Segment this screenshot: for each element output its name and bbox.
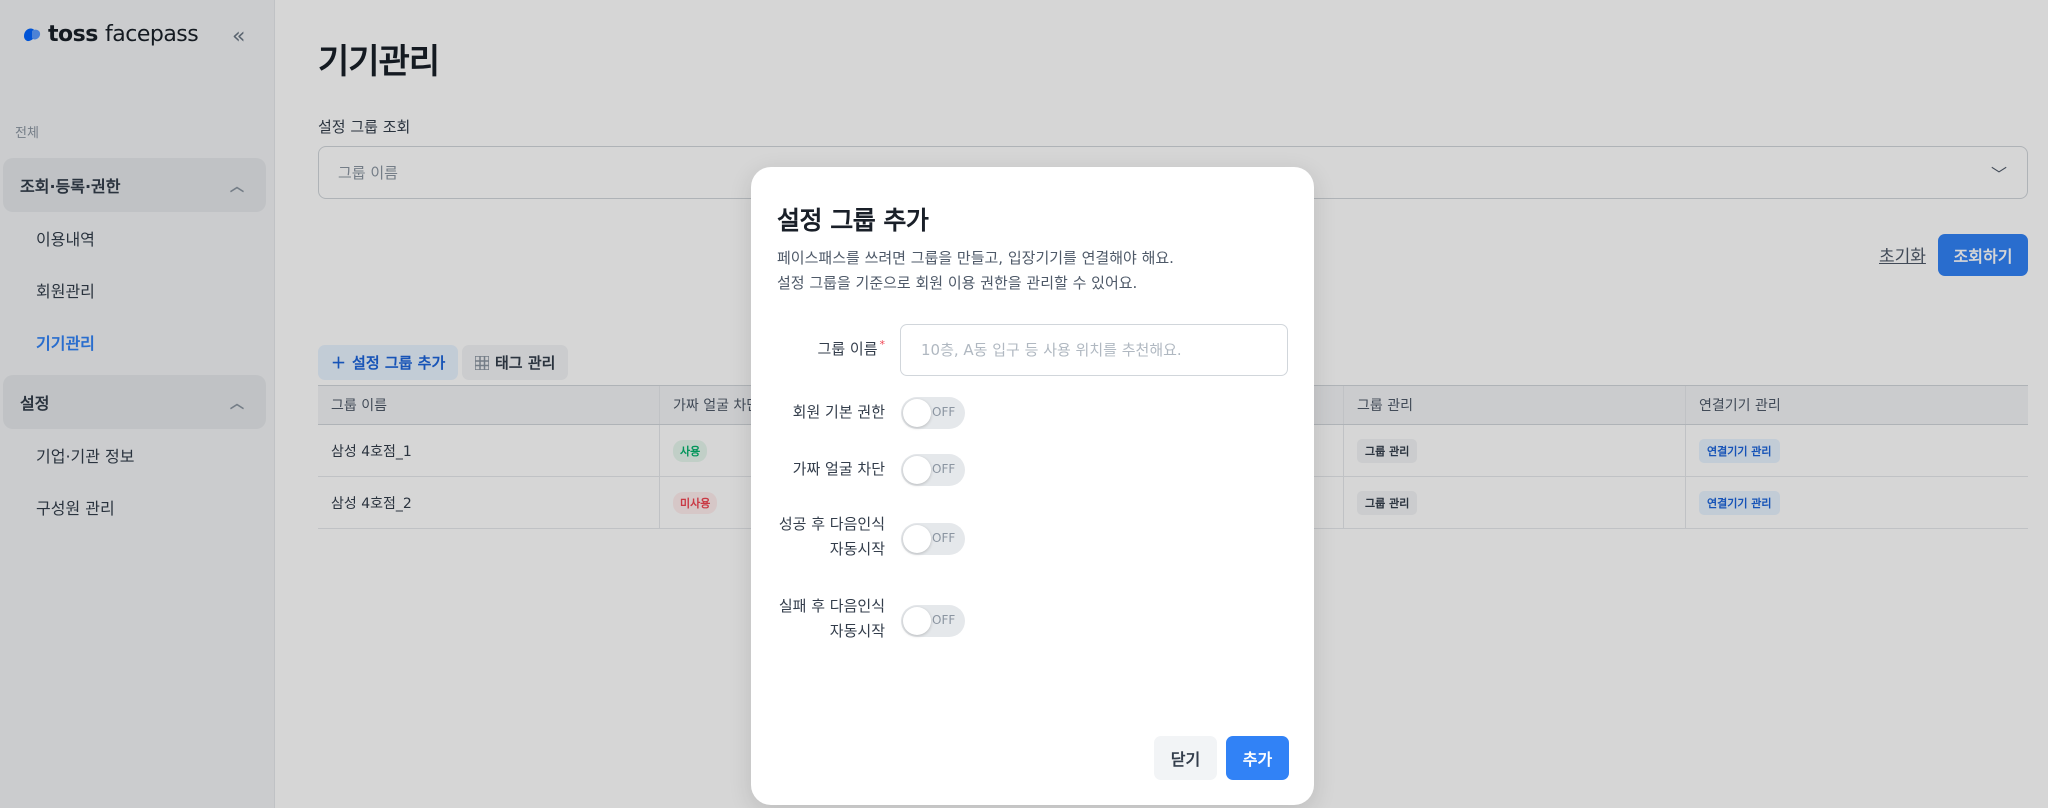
group-name-label: 그룹 이름 * bbox=[818, 337, 885, 363]
toggle-label-line1: 성공 후 다음인식 bbox=[778, 515, 885, 533]
fail-autostart-toggle[interactable]: OFF bbox=[901, 605, 965, 637]
success-autostart-toggle[interactable]: OFF bbox=[901, 523, 965, 555]
close-button[interactable]: 닫기 bbox=[1154, 736, 1217, 780]
toggle-label-fake-face-block: 가짜 얼굴 차단 bbox=[792, 460, 885, 478]
modal-description-line1: 페이스패스를 쓰려면 그룹을 만들고, 입장기기를 연결해야 해요. bbox=[777, 249, 1174, 267]
toggle-label-default-permission: 회원 기본 권한 bbox=[792, 403, 885, 421]
toggle-label-fail-autostart: 실패 후 다음인식 자동시작 bbox=[779, 594, 885, 644]
toggle-state: OFF bbox=[932, 531, 956, 545]
toggle-knob bbox=[903, 456, 931, 484]
modal-title: 설정 그룹 추가 bbox=[777, 206, 929, 235]
fake-face-block-toggle[interactable]: OFF bbox=[901, 454, 965, 486]
toggle-label-line2: 자동시작 bbox=[829, 622, 885, 640]
add-group-modal: 설정 그룹 추가 페이스패스를 쓰려면 그룹을 만들고, 입장기기를 연결해야 … bbox=[751, 167, 1314, 805]
group-name-input[interactable] bbox=[900, 324, 1288, 376]
toggle-knob bbox=[903, 399, 931, 427]
toggle-label-success-autostart: 성공 후 다음인식 자동시작 bbox=[779, 512, 885, 562]
add-button[interactable]: 추가 bbox=[1226, 736, 1289, 780]
toggle-label-line1: 실패 후 다음인식 bbox=[778, 597, 885, 615]
toggle-label-line2: 자동시작 bbox=[829, 540, 885, 558]
toggle-knob bbox=[903, 525, 931, 553]
required-mark: * bbox=[879, 338, 886, 351]
group-name-label-text: 그룹 이름 bbox=[817, 340, 878, 358]
default-permission-toggle[interactable]: OFF bbox=[901, 397, 965, 429]
toggle-state: OFF bbox=[932, 405, 956, 419]
toggle-state: OFF bbox=[932, 613, 956, 627]
toggle-state: OFF bbox=[932, 462, 956, 476]
toggle-knob bbox=[903, 607, 931, 635]
modal-description-line2: 설정 그룹을 기준으로 회원 이용 권한을 관리할 수 있어요. bbox=[777, 274, 1138, 292]
